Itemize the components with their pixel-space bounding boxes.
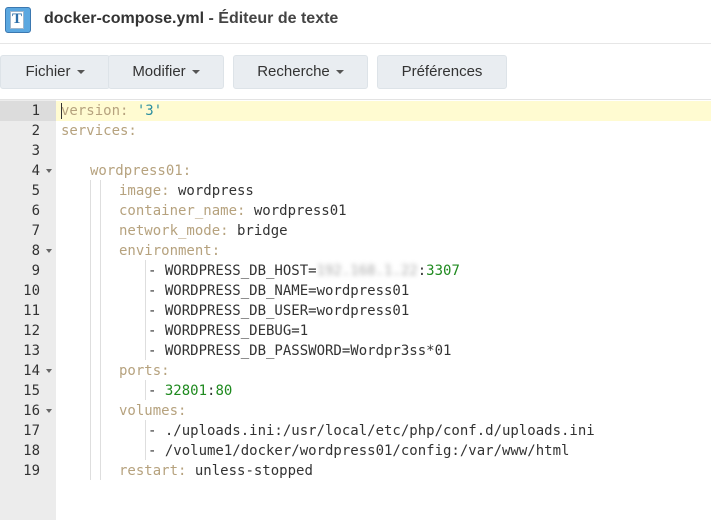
line-number: 13 (23, 343, 40, 359)
line-number: 1 (0, 101, 56, 121)
title-bar: T docker-compose.yml - Éditeur de texte (0, 0, 711, 44)
menu-modifier-button[interactable]: Modifier (108, 55, 224, 89)
menu-fichier-button[interactable]: Fichier (0, 55, 110, 89)
code-line[interactable]: 5 image: wordpress (0, 181, 711, 201)
fold-toggle-icon[interactable] (46, 169, 52, 173)
container-port: 80 (215, 383, 233, 399)
line-text: - WORDPRESS_DB_PASSWORD=Wordpr3ss*01 (148, 343, 452, 359)
line-number: 12 (23, 323, 40, 339)
menu-fichier-label: Fichier (25, 63, 71, 80)
code-line[interactable]: 7 network_mode: bridge (0, 221, 711, 241)
line-number: 2 (31, 123, 40, 139)
line-text: - /volume1/docker/wordpress01/config:/va… (148, 443, 570, 459)
list-dash: - (148, 383, 165, 399)
code-line[interactable]: 8 environment: (0, 241, 711, 261)
line-number: 15 (23, 383, 40, 399)
line-number: 17 (23, 423, 40, 439)
line-number: 5 (31, 183, 40, 199)
host-port: 32801 (164, 383, 208, 399)
code-line[interactable]: 9 - WORDPRESS_DB_HOST=192.168.1.22:3307 (0, 261, 711, 281)
caret-down-icon (335, 70, 344, 75)
line-text: environment: (119, 243, 221, 259)
code-line[interactable]: 10 - WORDPRESS_DB_NAME=wordpress01 (0, 281, 711, 301)
text-cursor (61, 103, 62, 119)
redacted-host: 192.168.1.22 (316, 263, 418, 279)
fold-toggle-icon[interactable] (46, 249, 52, 253)
line-number: 9 (31, 263, 40, 279)
code-line[interactable]: 18 - /volume1/docker/wordpress01/config:… (0, 441, 711, 461)
line-text: - 32801:80 (148, 381, 232, 401)
yaml-key: network_mode: (119, 223, 229, 239)
line-number: 7 (31, 223, 40, 239)
menu-toolbar: Fichier Modifier Recherche Préférences (0, 44, 711, 100)
yaml-key: image: (119, 183, 170, 199)
menu-modifier-label: Modifier (132, 63, 186, 80)
yaml-value: wordpress (169, 183, 254, 199)
line-number: 11 (23, 303, 40, 319)
code-line[interactable]: 1 version: '3' (0, 101, 711, 121)
caret-down-icon (191, 70, 200, 75)
line-number: 3 (31, 143, 40, 159)
line-text: restart: unless-stopped (119, 461, 313, 481)
fold-toggle-icon[interactable] (46, 369, 52, 373)
line-text: ports: (119, 363, 170, 379)
code-line[interactable]: 13 - WORDPRESS_DB_PASSWORD=Wordpr3ss*01 (0, 341, 711, 361)
line-text: version: '3' (61, 103, 163, 119)
line-text: - WORDPRESS_DB_HOST=192.168.1.22:3307 (148, 261, 460, 281)
line-text: - WORDPRESS_DB_NAME=wordpress01 (148, 283, 410, 299)
yaml-value: unless-stopped (186, 463, 313, 479)
code-line[interactable]: 17 - ./uploads.ini:/usr/local/etc/php/co… (0, 421, 711, 441)
line-text: container_name: wordpress01 (119, 201, 347, 221)
code-line[interactable]: 2 services: (0, 121, 711, 141)
app-name: Éditeur de texte (218, 10, 339, 27)
fold-toggle-icon[interactable] (46, 409, 52, 413)
code-line[interactable]: 12 - WORDPRESS_DEBUG=1 (0, 321, 711, 341)
line-number: 10 (23, 283, 40, 299)
line-text: - WORDPRESS_DEBUG=1 (148, 323, 309, 339)
env-prefix: - WORDPRESS_DB_HOST= (148, 263, 317, 279)
line-text: image: wordpress (119, 181, 254, 201)
port-separator: : (417, 263, 427, 279)
code-line[interactable]: 15 - 32801:80 (0, 381, 711, 401)
line-text: - WORDPRESS_DB_USER=wordpress01 (148, 303, 410, 319)
line-text: - ./uploads.ini:/usr/local/etc/php/conf.… (148, 423, 595, 439)
caret-down-icon (76, 70, 85, 75)
code-editor[interactable]: 1 version: '3' 2 services: 3 4 wordpress… (0, 100, 711, 520)
line-text: services: (61, 123, 137, 139)
yaml-key: container_name: (119, 203, 246, 219)
code-line[interactable]: 11 - WORDPRESS_DB_USER=wordpress01 (0, 301, 711, 321)
menu-preferences-button[interactable]: Préférences (377, 55, 507, 89)
line-number: 19 (23, 463, 40, 479)
db-port: 3307 (426, 263, 460, 279)
yaml-value: wordpress01 (245, 203, 347, 219)
file-name: docker-compose.yml (44, 10, 205, 27)
line-text: volumes: (119, 403, 187, 419)
title-separator: - (204, 10, 219, 27)
window-title: docker-compose.yml - Éditeur de texte (44, 10, 338, 28)
menu-preferences-label: Préférences (401, 63, 483, 80)
code-line[interactable]: 16 volumes: (0, 401, 711, 421)
line-number: 18 (23, 443, 40, 459)
line-number: 6 (31, 203, 40, 219)
code-line[interactable]: 14 ports: (0, 361, 711, 381)
code-line[interactable]: 3 (0, 141, 711, 161)
line-text: wordpress01: (90, 163, 192, 179)
menu-recherche-label: Recherche (257, 63, 330, 80)
menu-recherche-button[interactable]: Recherche (233, 55, 368, 89)
code-line[interactable]: 6 container_name: wordpress01 (0, 201, 711, 221)
code-line[interactable]: 4 wordpress01: (0, 161, 711, 181)
text-editor-icon: T (5, 7, 31, 33)
line-text: network_mode: bridge (119, 221, 288, 241)
yaml-key: restart: (119, 463, 187, 479)
code-line[interactable]: 19 restart: unless-stopped (0, 461, 711, 481)
yaml-value: bridge (228, 223, 288, 239)
